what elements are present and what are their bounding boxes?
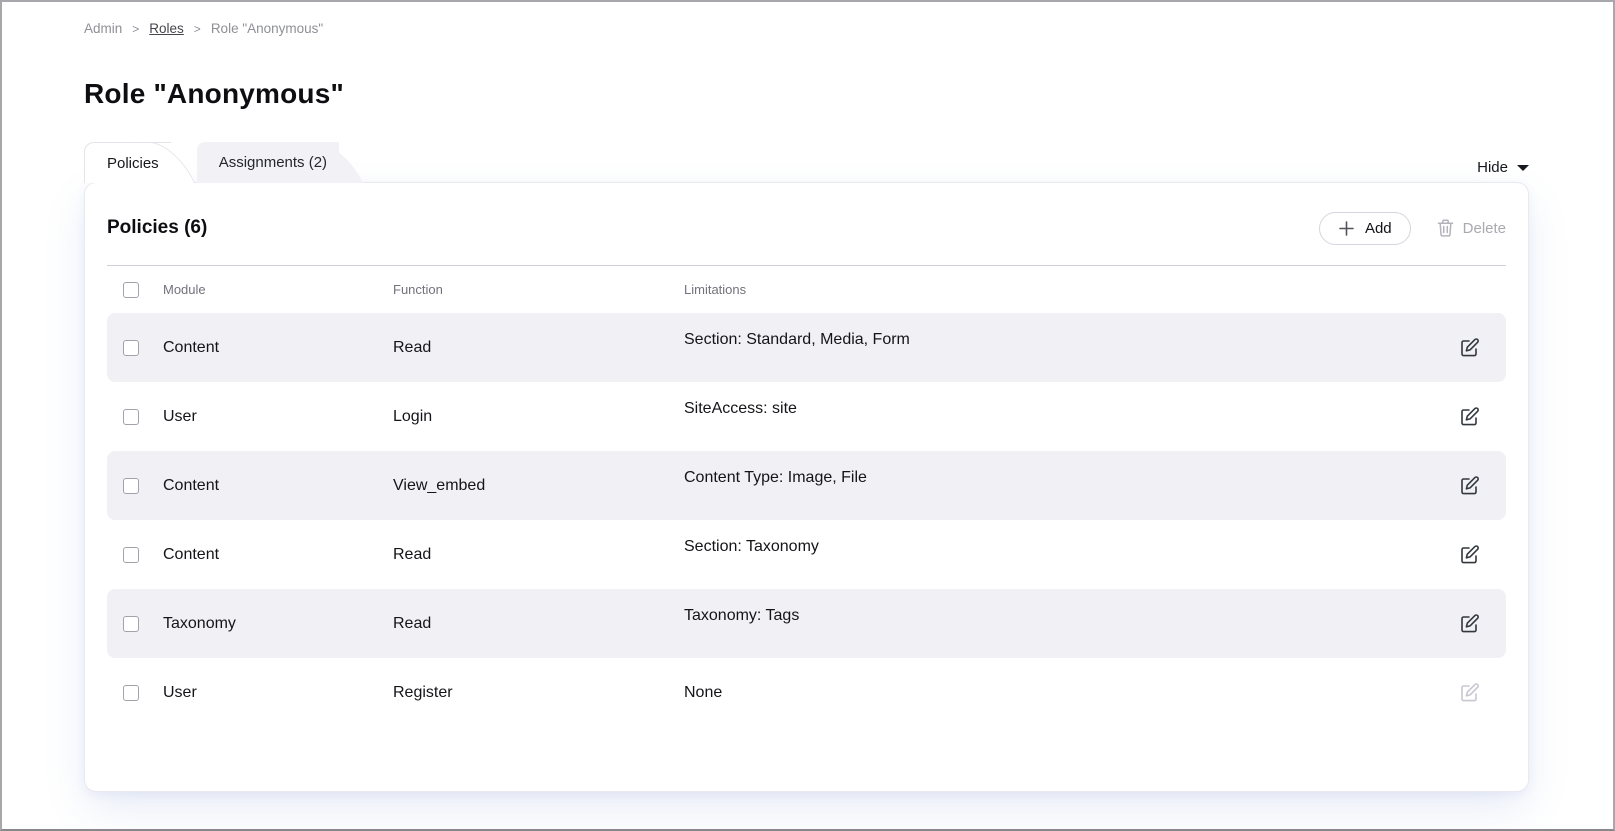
hide-toggle-button[interactable]: Hide [1477, 159, 1529, 176]
edit-icon [1459, 475, 1480, 496]
row-limitations: Section: Standard, Media, Form [684, 331, 1442, 349]
row-checkbox[interactable] [123, 409, 139, 425]
edit-icon [1459, 682, 1480, 703]
panel-actions: Add Delete [1319, 212, 1506, 245]
breadcrumb-item: Admin > [84, 21, 139, 36]
edit-policy-button[interactable] [1455, 402, 1484, 431]
row-checkbox[interactable] [123, 340, 139, 356]
table-row: Content Read Section: Standard, Media, F… [107, 313, 1506, 382]
tab-bar: Policies Assignments (2) Hide [84, 142, 1529, 183]
app-window: Admin > Roles > Role "Anonymous" > Role … [0, 0, 1615, 831]
row-limitations: SiteAccess: site [684, 400, 1442, 418]
row-module: User [163, 684, 393, 702]
edit-icon [1459, 544, 1480, 565]
panel-header: Policies (6) Add Delet [107, 211, 1506, 245]
column-header-module: Module [163, 282, 393, 297]
panel-title: Policies (6) [107, 217, 207, 239]
tab-label: Assignments (2) [219, 154, 327, 171]
add-button[interactable]: Add [1319, 212, 1411, 245]
edit-icon [1459, 406, 1480, 427]
table-row: Content View_embed Content Type: Image, … [107, 451, 1506, 520]
row-checkbox[interactable] [123, 616, 139, 632]
plus-icon [1338, 220, 1355, 237]
chevron-down-icon [1517, 165, 1529, 171]
trash-icon [1437, 219, 1454, 237]
delete-button[interactable]: Delete [1437, 219, 1506, 237]
row-function: Read [393, 339, 684, 357]
add-button-label: Add [1365, 220, 1392, 237]
tab-label: Policies [107, 155, 159, 172]
table-row: User Register None [107, 658, 1506, 727]
breadcrumb-separator: > [194, 22, 201, 36]
breadcrumb-link[interactable]: Role "Anonymous" [211, 21, 323, 36]
breadcrumb-link[interactable]: Roles [149, 21, 184, 36]
row-module: User [163, 408, 393, 426]
row-limitations: Content Type: Image, File [684, 469, 1442, 487]
row-module: Content [163, 339, 393, 357]
breadcrumb-item: Roles > [149, 21, 201, 36]
table-row: User Login SiteAccess: site [107, 382, 1506, 451]
tab[interactable]: Assignments (2) [197, 142, 339, 183]
table-row: Content Read Section: Taxonomy [107, 520, 1506, 589]
row-checkbox[interactable] [123, 547, 139, 563]
edit-policy-button[interactable] [1455, 609, 1484, 638]
table-body: Content Read Section: Standard, Media, F… [107, 313, 1506, 727]
table-header: Module Function Limitations [107, 266, 1506, 313]
edit-policy-button[interactable] [1455, 333, 1484, 362]
row-function: View_embed [393, 477, 684, 495]
breadcrumb-separator: > [132, 22, 139, 36]
table-row: Taxonomy Read Taxonomy: Tags [107, 589, 1506, 658]
row-function: Read [393, 615, 684, 633]
edit-policy-button[interactable] [1455, 471, 1484, 500]
row-checkbox[interactable] [123, 478, 139, 494]
select-all-checkbox[interactable] [123, 282, 139, 298]
page-content: Admin > Roles > Role "Anonymous" > Role … [2, 2, 1613, 792]
edit-icon [1459, 337, 1480, 358]
row-module: Taxonomy [163, 615, 393, 633]
breadcrumb-item: Role "Anonymous" > [211, 21, 323, 36]
row-function: Register [393, 684, 684, 702]
edit-icon [1459, 613, 1480, 634]
row-limitations: None [684, 684, 1442, 702]
page-title: Role "Anonymous" [84, 78, 1529, 110]
row-checkbox[interactable] [123, 685, 139, 701]
breadcrumb-link[interactable]: Admin [84, 21, 122, 36]
edit-policy-button[interactable] [1455, 678, 1484, 707]
tab[interactable]: Policies [84, 142, 171, 183]
policies-panel: Policies (6) Add Delet [84, 182, 1529, 792]
row-module: Content [163, 546, 393, 564]
row-function: Login [393, 408, 684, 426]
row-limitations: Taxonomy: Tags [684, 607, 1442, 625]
row-limitations: Section: Taxonomy [684, 538, 1442, 556]
row-function: Read [393, 546, 684, 564]
edit-policy-button[interactable] [1455, 540, 1484, 569]
delete-button-label: Delete [1463, 220, 1506, 237]
column-header-function: Function [393, 282, 684, 297]
row-module: Content [163, 477, 393, 495]
hide-toggle-label: Hide [1477, 159, 1508, 176]
breadcrumb: Admin > Roles > Role "Anonymous" > [84, 21, 1529, 36]
column-header-limitations: Limitations [684, 282, 1442, 297]
